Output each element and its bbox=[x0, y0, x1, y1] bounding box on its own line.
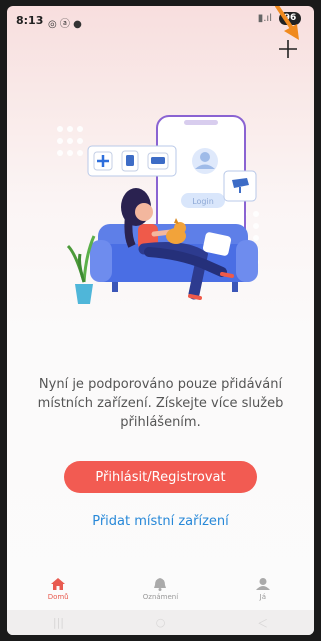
info-message: Nyní je podporováno pouze přidávání míst… bbox=[37, 377, 284, 430]
bottom-tab-bar: Domů Oznámení Já bbox=[7, 570, 314, 608]
bell-icon bbox=[154, 578, 167, 591]
person-icon bbox=[255, 578, 270, 590]
back-icon[interactable]: ＜ bbox=[257, 615, 268, 631]
add-device-button[interactable] bbox=[275, 36, 301, 62]
status-time: 8:13 bbox=[16, 14, 44, 27]
plus-icon bbox=[279, 40, 297, 58]
login-register-button[interactable]: Přihlásit/Registrovat bbox=[64, 461, 257, 493]
notification-icons: ◎ ⓐ ● bbox=[48, 19, 82, 30]
system-nav-bar: ||| ○ ＜ bbox=[7, 610, 314, 635]
tab-notifications-label: Oznámení bbox=[142, 593, 179, 601]
tab-me[interactable]: Já bbox=[228, 577, 298, 601]
app-screen: 8:13 ◎ ⓐ ● ▮.ıl 96 Login Nyní je podporo… bbox=[7, 6, 314, 635]
tab-me-label: Já bbox=[259, 593, 266, 601]
tab-notifications[interactable]: Oznámení bbox=[125, 577, 195, 601]
login-illustration: Login bbox=[57, 115, 259, 304]
tab-home-label: Domů bbox=[47, 593, 69, 601]
home-nav-icon[interactable]: ○ bbox=[156, 616, 166, 629]
illustration-login-text: Login bbox=[192, 197, 214, 206]
recent-apps-icon[interactable]: ||| bbox=[53, 616, 64, 629]
home-icon bbox=[51, 578, 66, 590]
tab-home[interactable]: Domů bbox=[23, 577, 93, 601]
add-local-device-link[interactable]: Přidat místní zařízení bbox=[47, 514, 274, 529]
